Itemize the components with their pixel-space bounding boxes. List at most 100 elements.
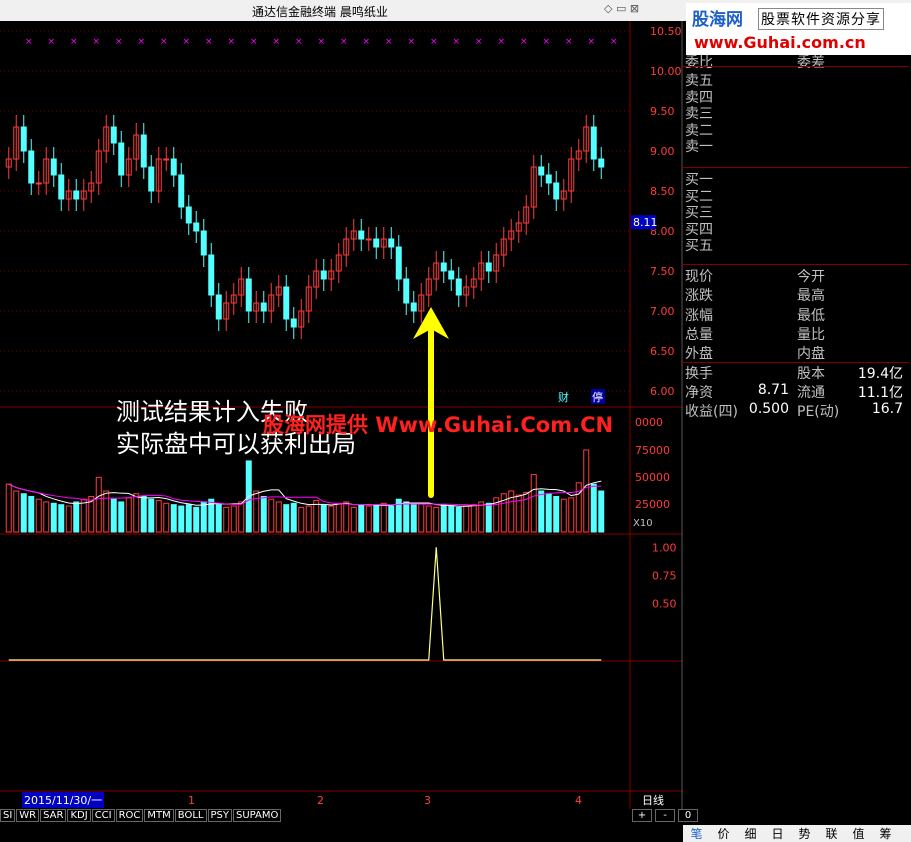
volume-bar: [170, 504, 177, 533]
marker-x: ×: [318, 37, 326, 47]
volume-bar: [358, 504, 365, 533]
indicator-tab[interactable]: SAR: [40, 809, 67, 822]
volume-bar: [140, 495, 147, 533]
marker-x: ×: [228, 37, 236, 47]
indicator-tab[interactable]: SUPAMO: [233, 809, 282, 822]
quote-divider: [681, 362, 909, 363]
bottom-tab[interactable]: 势: [791, 825, 818, 842]
field-label: 股本: [797, 365, 825, 382]
candle-body: [193, 222, 200, 232]
marker-x: ×: [273, 37, 281, 47]
volume-bar: [230, 505, 237, 533]
indicator-tab[interactable]: MTM: [144, 809, 174, 822]
bottom-tab[interactable]: 联: [818, 825, 845, 842]
volume-bar: [335, 502, 342, 533]
marker-x: ×: [520, 37, 528, 47]
buy-level-label: 买五: [685, 238, 713, 254]
price-tick-label: 10.50: [650, 25, 682, 38]
price-tick-label: 9.00: [650, 145, 675, 158]
field-value: 11.1亿: [857, 384, 903, 401]
bottom-tab[interactable]: 筹: [872, 825, 899, 842]
field-label: 今开: [797, 269, 825, 285]
marker-x: ×: [543, 37, 551, 47]
bottom-tab[interactable]: 细: [737, 825, 764, 842]
indicator-tab[interactable]: SI: [0, 809, 16, 822]
marker-x: ×: [250, 37, 258, 47]
candle-body: [185, 206, 192, 224]
candle-body: [110, 126, 117, 144]
volume-bar: [95, 476, 102, 533]
field-label: PE(动): [797, 404, 840, 421]
month-label: 2: [317, 794, 324, 807]
candle-body: [58, 174, 65, 200]
scroll-button[interactable]: +: [632, 809, 652, 822]
indicator-tick-label: 1.00: [652, 541, 677, 554]
period-label: 日线: [642, 793, 664, 807]
field-label: 涨幅: [685, 307, 713, 324]
quote-divider: [681, 66, 909, 67]
candle-body: [148, 166, 155, 192]
weicha-label: 委差: [797, 55, 825, 71]
candle-body: [455, 278, 462, 296]
volume-bar: [410, 504, 417, 533]
candle-body: [200, 230, 207, 256]
field-value: 8.71: [757, 381, 789, 398]
marker-x: ×: [205, 37, 213, 47]
field-label: 涨跌: [685, 288, 713, 305]
volume-bar: [568, 497, 575, 533]
candle-body: [598, 158, 605, 168]
badge-cai: 财: [558, 390, 569, 404]
volume-bar: [125, 497, 132, 533]
marker-x: ×: [138, 37, 146, 47]
volume-bar: [148, 498, 155, 533]
field-label: 内盘: [797, 346, 825, 363]
candle-body: [283, 286, 290, 320]
volume-bar: [433, 506, 440, 533]
quote-field-row: 外盘 内盘: [685, 343, 909, 362]
bottom-tab[interactable]: 日: [764, 825, 791, 842]
brand-slogan: 股票软件资源分享: [758, 8, 884, 30]
field-label: 现价: [685, 269, 713, 285]
indicator-tab[interactable]: PSY: [207, 809, 232, 822]
field-label: 总量: [685, 326, 713, 343]
bottom-tab[interactable]: 笔: [683, 825, 710, 842]
scroll-button[interactable]: 0: [678, 809, 698, 822]
indicator-tab[interactable]: ROC: [115, 809, 144, 822]
indicator-tab[interactable]: CCI: [91, 809, 115, 822]
volume-bar: [290, 502, 297, 533]
quote-field-row: 收益(四) PE(动) 0.500 16.7: [685, 401, 909, 420]
volume-bar: [118, 501, 125, 533]
indicator-tab[interactable]: WR: [16, 809, 40, 822]
window-controls[interactable]: ◇ ▭ ⊠: [604, 2, 639, 15]
field-label: 换手: [685, 365, 713, 382]
volume-ma5: [8, 480, 602, 507]
volume-bar: [238, 501, 245, 533]
candle-body: [358, 230, 365, 240]
marker-x: ×: [565, 37, 573, 47]
volume-bar: [328, 505, 335, 533]
field-label: 最高: [797, 288, 825, 305]
bottom-tab[interactable]: 价: [710, 825, 737, 842]
quote-divider: [681, 264, 909, 265]
candle-body: [485, 262, 492, 272]
indicator-tab[interactable]: BOLL: [174, 809, 207, 822]
bottom-tab[interactable]: 值: [845, 825, 872, 842]
marker-x: ×: [25, 37, 33, 47]
marker-x: ×: [453, 37, 461, 47]
order-book-header: 委比 委差: [685, 52, 909, 71]
volume-bar: [350, 506, 357, 533]
price-tick-label: 6.00: [650, 385, 675, 398]
candle-body: [448, 270, 455, 280]
watermark: 股海网提供 Www.Guhai.Com.CN: [263, 413, 614, 437]
volume-bar: [80, 498, 87, 533]
volume-tick-label: 75000: [635, 444, 670, 457]
scroll-button[interactable]: -: [655, 809, 675, 822]
indicator-tick-label: 0.50: [652, 598, 677, 611]
volume-bar: [268, 498, 275, 533]
volume-bar: [110, 498, 117, 533]
candle-body: [73, 190, 80, 200]
weibi-label: 委比: [685, 55, 713, 71]
indicator-tab[interactable]: KDJ: [67, 809, 91, 822]
candle-body: [553, 182, 560, 200]
candle-body: [373, 238, 380, 248]
